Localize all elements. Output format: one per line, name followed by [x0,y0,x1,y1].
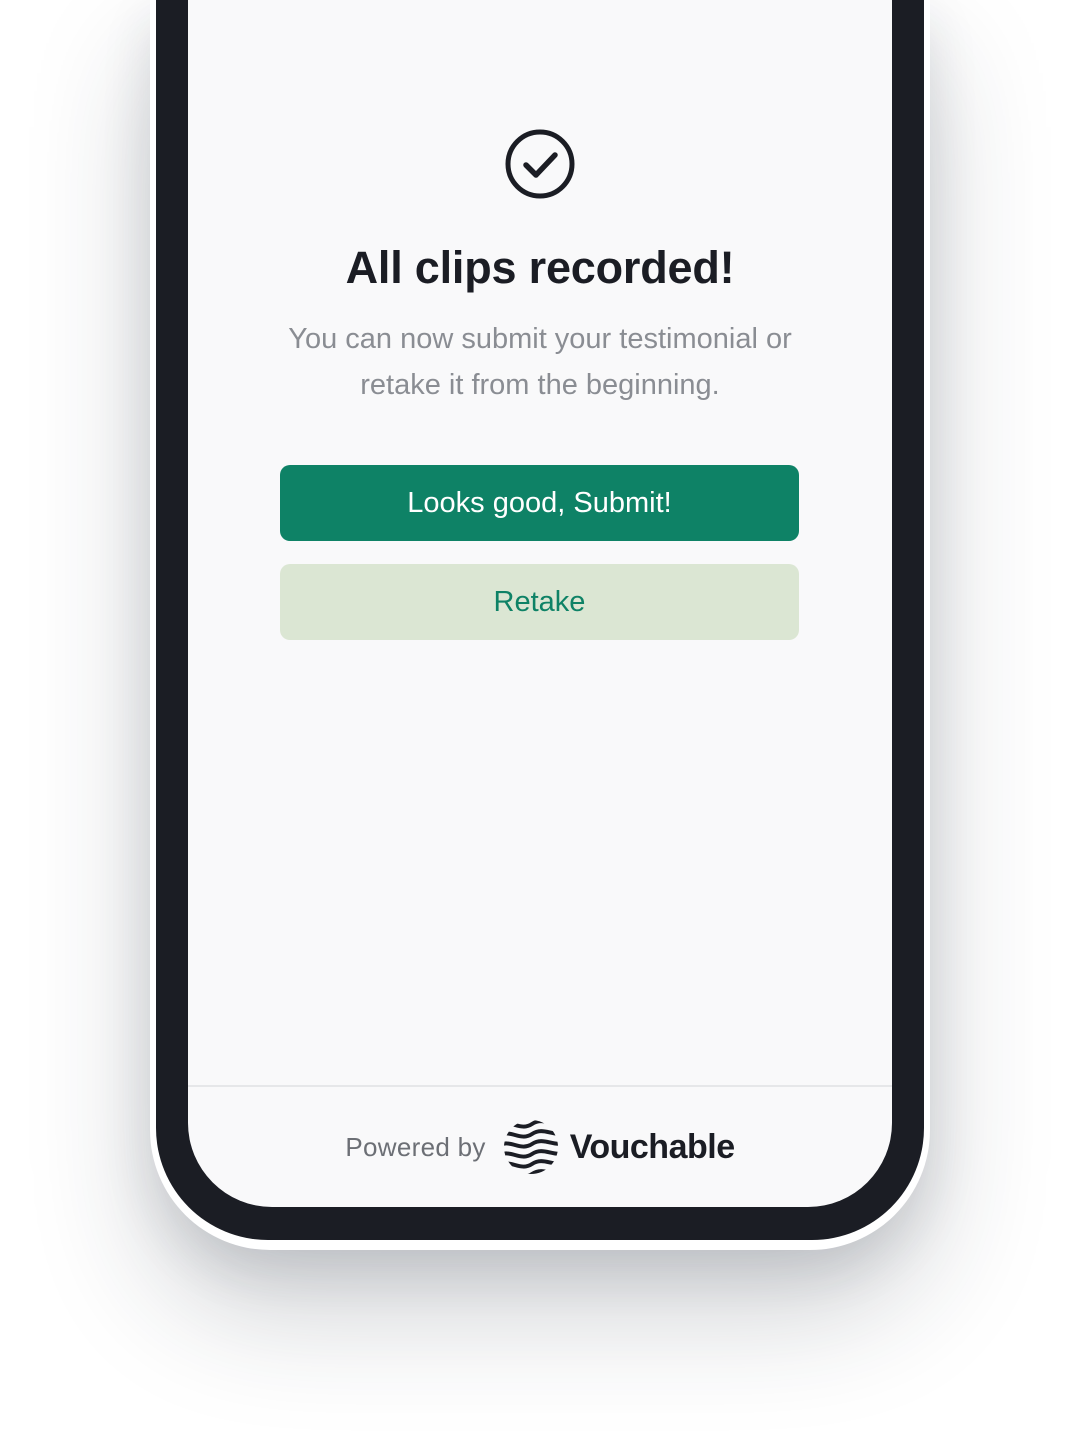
page-title: All clips recorded! [345,242,735,293]
submit-button-label: Looks good, Submit! [407,486,672,519]
stage: All clips recorded! You can now submit y… [0,0,1080,1440]
check-circle-icon [505,129,575,199]
page-subtitle: You can now submit your testimonial or r… [288,323,792,401]
vouchable-logo-icon [503,1120,558,1174]
footer: Powered by Vouchable [188,1087,892,1207]
retake-button-label: Retake [493,585,586,618]
powered-by-text: Powered by [345,1131,486,1162]
phone-screen: All clips recorded! You can now submit y… [188,0,892,1207]
retake-button[interactable]: Retake [280,564,799,640]
brand-name: Vouchable [569,1127,735,1166]
submit-button[interactable]: Looks good, Submit! [280,465,799,541]
